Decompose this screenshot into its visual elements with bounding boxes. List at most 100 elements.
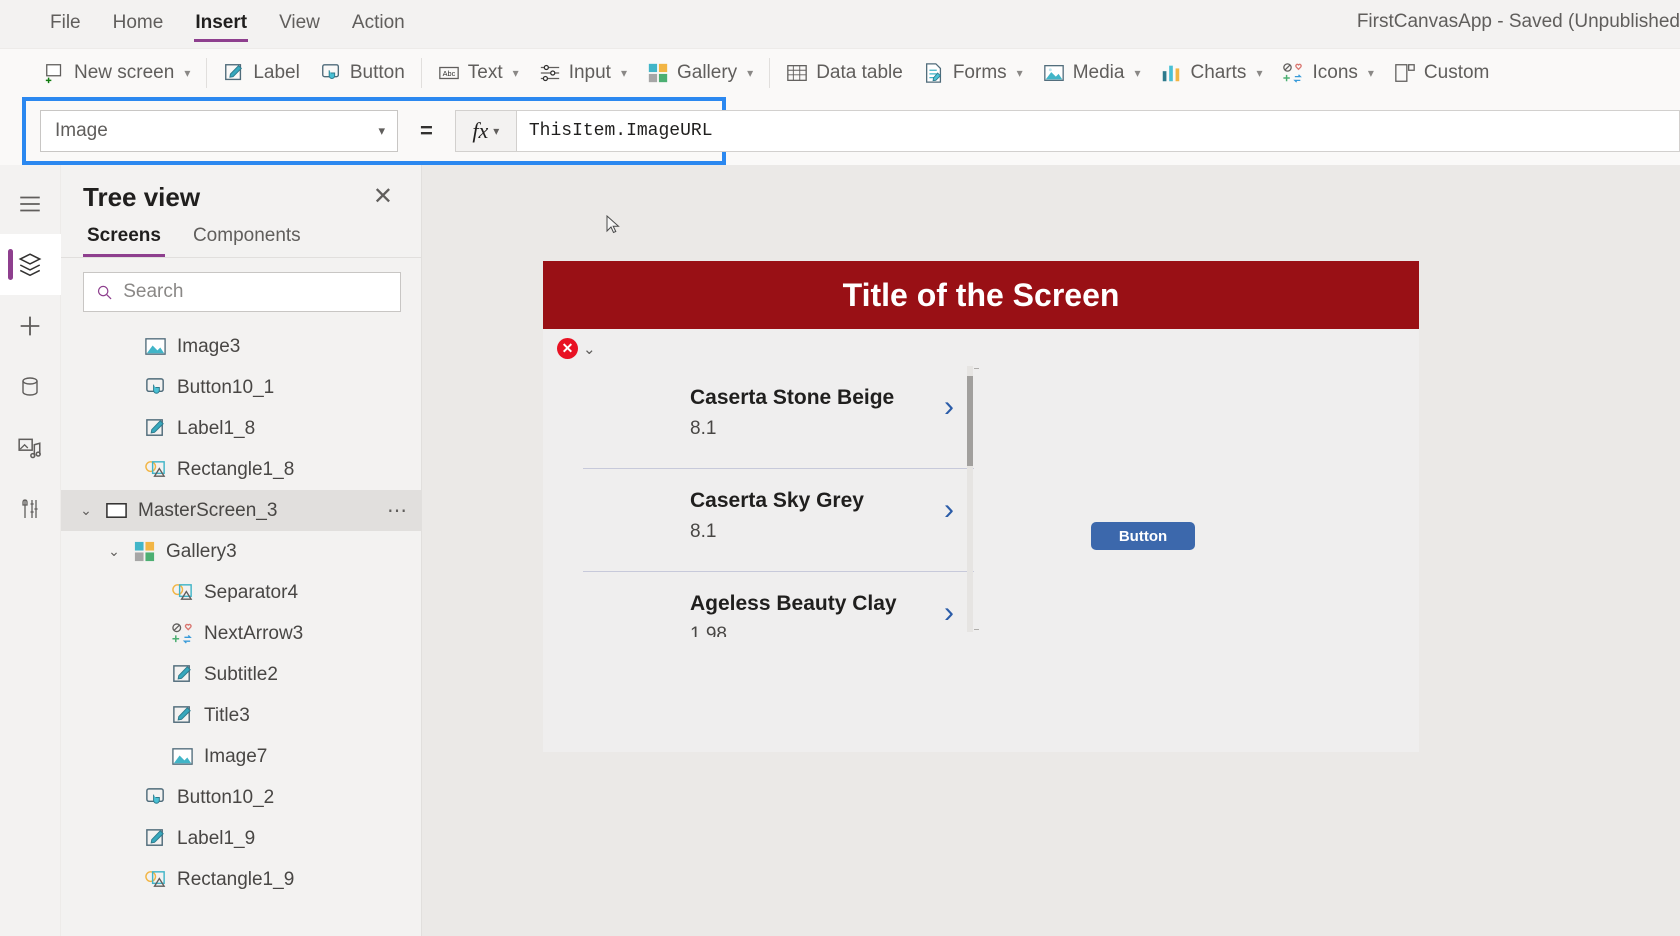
media-button[interactable]	[0, 417, 61, 478]
search-input[interactable]	[123, 281, 388, 303]
tree-item-button10-2[interactable]: Button10_2	[61, 777, 421, 818]
shape-icon	[145, 461, 166, 477]
ribbon-gallery[interactable]: Gallery ▾	[637, 57, 763, 89]
ribbon-button-label: Button	[349, 62, 405, 83]
image-icon	[145, 338, 166, 355]
tree-item-label1-8[interactable]: Label1_8	[61, 408, 421, 449]
ribbon-data-table[interactable]: Data table	[776, 57, 913, 89]
button-icon	[146, 788, 164, 804]
chevron-down-icon: ▾	[1134, 66, 1141, 80]
ribbon-label[interactable]: Label	[213, 57, 310, 89]
search-box[interactable]	[83, 272, 401, 312]
menu-item-insert[interactable]: Insert	[179, 6, 263, 42]
tree-view-title: Tree view	[83, 181, 201, 212]
tab-screens[interactable]: Screens	[83, 219, 165, 257]
ribbon-media[interactable]: Media ▾	[1033, 57, 1151, 89]
gallery-scrollbar[interactable]	[967, 366, 979, 632]
ribbon-button[interactable]: Button	[310, 57, 415, 89]
chevron-down-icon: ▾	[378, 123, 385, 138]
tree-item-subtitle2[interactable]: Subtitle2	[61, 654, 421, 695]
ribbon-charts[interactable]: Charts ▾	[1150, 57, 1272, 89]
chevron-down-icon: ▾	[184, 66, 191, 80]
hamburger-menu-button[interactable]	[0, 173, 61, 234]
gallery-control[interactable]: Caserta Stone Beige 8.1 › Caserta Sky Gr…	[563, 366, 974, 637]
ribbon-data-table-label: Data table	[816, 62, 903, 83]
next-arrow-icon[interactable]: ›	[944, 598, 954, 628]
menu-bar-items: File Home Insert View Action	[0, 6, 421, 42]
gallery-scrollbar-thumb[interactable]	[967, 376, 973, 466]
chevron-down-icon[interactable]: ⌄	[583, 340, 596, 358]
tree-item-label: Rectangle1_9	[177, 868, 295, 890]
tree-item-nextarrow3[interactable]: NextArrow3	[61, 613, 421, 654]
ribbon-icons[interactable]: Icons ▾	[1272, 57, 1383, 89]
tree-item-label: Subtitle2	[204, 663, 278, 685]
data-table-icon	[787, 65, 808, 81]
tree-item-image7[interactable]: Image7	[61, 736, 421, 777]
ribbon-input[interactable]: Input ▾	[529, 57, 637, 89]
menu-item-action[interactable]: Action	[336, 6, 421, 42]
tree-item-separator4[interactable]: Separator4	[61, 572, 421, 613]
tree-item-label: Button10_1	[177, 376, 275, 398]
gallery-item-title: Caserta Sky Grey	[690, 489, 864, 512]
canvas-area[interactable]: Title of the Screen ✕ ⌄ Caserta Stone Be…	[422, 165, 1680, 936]
tree-view-header: Tree view ✕	[61, 165, 421, 219]
tree-item-label: NextArrow3	[204, 622, 304, 644]
insert-button[interactable]	[0, 295, 61, 356]
gallery-item[interactable]: Caserta Stone Beige 8.1 ›	[563, 366, 974, 469]
tree-view-button[interactable]	[0, 234, 61, 295]
button-icon	[146, 378, 164, 394]
tab-components[interactable]: Components	[189, 219, 305, 257]
tree-item-image3[interactable]: Image3	[61, 326, 421, 367]
ribbon-charts-label: Charts	[1190, 62, 1247, 83]
app-title: FirstCanvasApp - Saved (Unpublished	[1356, 11, 1680, 32]
gallery-error-badge[interactable]: ✕ ⌄	[557, 338, 596, 359]
fx-button[interactable]: fx ▾	[454, 110, 517, 152]
menu-item-view[interactable]: View	[263, 6, 336, 42]
ribbon-icons-label: Icons	[1312, 62, 1358, 83]
ribbon-custom-label: Custom	[1423, 62, 1490, 83]
ribbon-text[interactable]: Abc Text ▾	[428, 57, 529, 89]
screen-title-bar[interactable]: Title of the Screen	[543, 261, 1419, 329]
tree-item-rectangle1-8[interactable]: Rectangle1_8	[61, 449, 421, 490]
gallery-item-title: Ageless Beauty Clay	[690, 592, 897, 615]
chevron-down-icon[interactable]: ⌄	[105, 543, 123, 560]
tree-view-search-wrap	[61, 258, 421, 320]
tree-view-icon	[18, 252, 42, 276]
gallery-item-subtitle: 8.1	[690, 521, 717, 542]
app-screen-preview[interactable]: Title of the Screen ✕ ⌄ Caserta Stone Be…	[543, 261, 1419, 752]
canvas-button-control[interactable]: Button	[1091, 522, 1195, 550]
tree-item-rectangle1-9[interactable]: Rectangle1_9	[61, 859, 421, 900]
chevron-down-icon[interactable]: ⌄	[77, 502, 95, 519]
property-select[interactable]: Image ▾	[40, 110, 398, 152]
database-icon	[22, 376, 38, 396]
gallery-item-title: Caserta Stone Beige	[690, 386, 895, 409]
next-arrow-icon[interactable]: ›	[944, 392, 954, 422]
close-icon[interactable]: ✕	[367, 181, 399, 213]
tree-item-gallery3[interactable]: ⌄ Gallery3	[61, 531, 421, 572]
tree-item-context-menu-button[interactable]: ⋯	[387, 501, 409, 521]
data-button[interactable]	[0, 356, 61, 417]
tree-item-button10-1[interactable]: Button10_1	[61, 367, 421, 408]
advanced-tools-button[interactable]	[0, 478, 61, 539]
formula-input[interactable]: ThisItem.ImageURL	[516, 110, 1680, 152]
tree-item-label: Separator4	[204, 581, 299, 603]
tree-item-masterscreen-3[interactable]: ⌄ MasterScreen_3 ⋯	[61, 490, 421, 531]
gallery-item[interactable]: Ageless Beauty Clay 1.98 ›	[563, 572, 974, 637]
hamburger-icon	[20, 196, 40, 211]
tree-view-panel: Tree view ✕ Screens Components I	[61, 165, 422, 936]
ribbon-divider	[420, 58, 422, 88]
menu-item-home[interactable]: Home	[97, 6, 180, 42]
ribbon-new-screen[interactable]: New screen ▾	[34, 57, 200, 89]
tree-item-label1-9[interactable]: Label1_9	[61, 818, 421, 859]
ribbon-forms[interactable]: Forms ▾	[913, 57, 1033, 89]
charts-icon	[1163, 65, 1180, 82]
tree-item-title3[interactable]: Title3	[61, 695, 421, 736]
menu-item-file[interactable]: File	[34, 6, 97, 42]
forms-icon	[925, 63, 941, 83]
ribbon-text-label: Text	[467, 62, 503, 83]
search-icon	[97, 285, 112, 299]
gallery-item[interactable]: Caserta Sky Grey 8.1 ›	[563, 469, 974, 572]
ribbon-custom[interactable]: Custom	[1384, 57, 1499, 89]
power-apps-studio: File Home Insert View Action FirstCanvas…	[0, 0, 1680, 936]
next-arrow-icon[interactable]: ›	[944, 495, 954, 525]
